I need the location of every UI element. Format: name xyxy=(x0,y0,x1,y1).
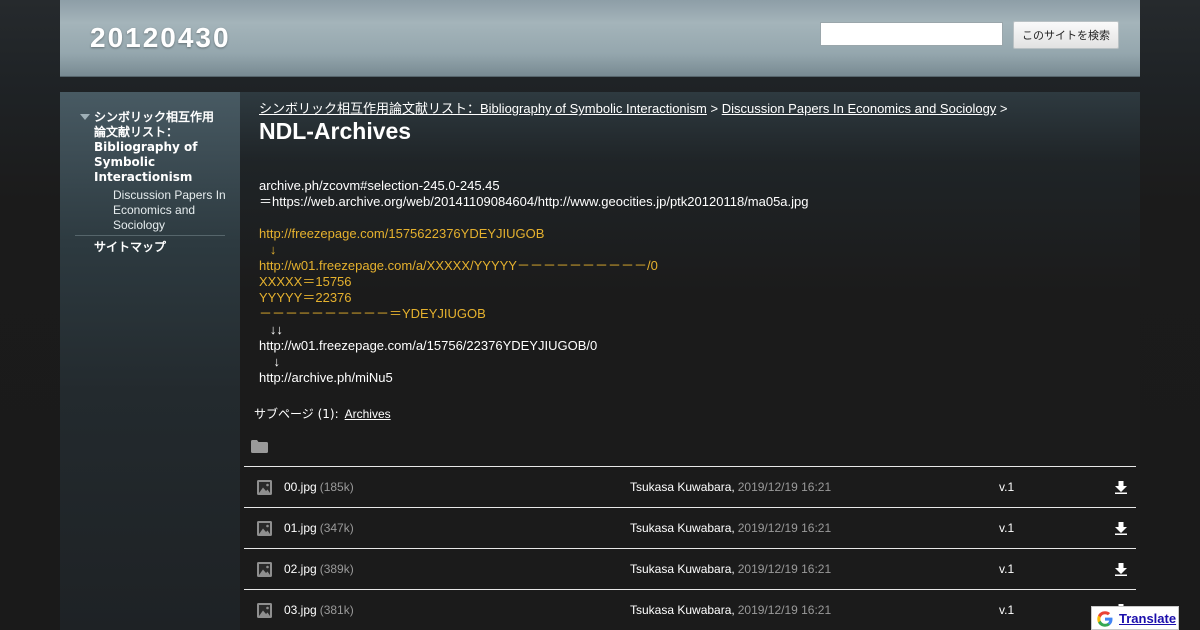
main-content: シンボリック相互作用論文献リスト：Bibliography of Symboli… xyxy=(240,92,1140,630)
body-text-line: archive.ph/zcovm#selection-245.0-245.45 xyxy=(259,178,500,193)
subpages: サブページ (1): Archives xyxy=(254,405,391,422)
site-title[interactable]: 20120430 xyxy=(90,22,231,54)
image-icon xyxy=(257,603,272,618)
file-name-text[interactable]: 02.jpg xyxy=(284,562,317,576)
file-date: 2019/12/19 16:21 xyxy=(737,480,832,494)
body-arrow-line: ↓↓ xyxy=(259,322,283,337)
file-size: (185k) xyxy=(319,480,354,494)
file-author: Tsukasa Kuwabara, 2019/12/19 16:21 xyxy=(630,480,831,494)
download-icon[interactable] xyxy=(1115,522,1127,535)
translate-label[interactable]: Translate xyxy=(1119,611,1176,626)
freezepage-link[interactable]: http://freezepage.com/1575622376YDEYJIUG… xyxy=(259,226,1119,242)
folder-icon xyxy=(251,440,268,453)
expand-triangle-icon[interactable] xyxy=(80,114,90,120)
file-date: 2019/12/19 16:21 xyxy=(737,603,832,617)
file-name-text[interactable]: 01.jpg xyxy=(284,521,317,535)
file-size: (389k) xyxy=(319,562,354,576)
file-size: (347k) xyxy=(319,521,354,535)
sidebar-divider xyxy=(75,235,225,236)
file-author: Tsukasa Kuwabara, 2019/12/19 16:21 xyxy=(630,562,831,576)
file-name[interactable]: 02.jpg (389k) xyxy=(284,562,354,576)
breadcrumb-link-discussion-papers[interactable]: Discussion Papers In Economics and Socio… xyxy=(722,101,997,116)
file-author: Tsukasa Kuwabara, 2019/12/19 16:21 xyxy=(630,603,831,617)
file-name-text[interactable]: 00.jpg xyxy=(284,480,317,494)
file-version[interactable]: v.1 xyxy=(999,480,1014,494)
search-input[interactable] xyxy=(820,22,1003,46)
sidebar: シンボリック相互作用論文献リスト：Bibliography of Symboli… xyxy=(60,92,240,630)
google-g-icon xyxy=(1097,611,1113,627)
file-name[interactable]: 00.jpg (185k) xyxy=(284,480,354,494)
subpage-link-archives[interactable]: Archives xyxy=(345,407,391,421)
image-icon xyxy=(257,521,272,536)
search-button[interactable]: このサイトを検索 xyxy=(1013,21,1119,49)
body-arrow-line: ↓ xyxy=(259,354,280,369)
page-body: archive.ph/zcovm#selection-245.0-245.45 … xyxy=(259,178,1119,386)
translate-widget[interactable]: Translate xyxy=(1091,606,1179,630)
freezepage-template-link[interactable]: http://w01.freezepage.com/a/XXXXX/YYYYY－… xyxy=(259,258,1119,274)
author-name: Tsukasa Kuwabara, xyxy=(630,521,735,535)
table-row: 02.jpg (389k) Tsukasa Kuwabara, 2019/12/19… xyxy=(244,548,1136,589)
body-text-line: http://w01.freezepage.com/a/15756/22376Y… xyxy=(259,338,598,353)
breadcrumb-separator: > xyxy=(996,101,1008,116)
sidebar-item-sitemap[interactable]: サイトマップ xyxy=(94,238,166,255)
file-name-text[interactable]: 03.jpg xyxy=(284,603,317,617)
body-text-line: ＝https://web.archive.org/web/20141109084… xyxy=(259,194,809,209)
table-row: 00.jpg (185k) Tsukasa Kuwabara, 2019/12/19… xyxy=(244,466,1136,507)
body-text-line: －－－－－－－－－－＝YDEYJIUGOB xyxy=(259,306,486,321)
breadcrumb: シンボリック相互作用論文献リスト：Bibliography of Symboli… xyxy=(259,98,1008,117)
attachments-table: 00.jpg (185k) Tsukasa Kuwabara, 2019/12/19… xyxy=(244,466,1136,630)
body-text-line: YYYYY＝22376 xyxy=(259,290,352,305)
page-title: NDL-Archives xyxy=(259,118,412,144)
author-name: Tsukasa Kuwabara, xyxy=(630,480,735,494)
author-name: Tsukasa Kuwabara, xyxy=(630,603,735,617)
table-row: 03.jpg (381k) Tsukasa Kuwabara, 2019/12/19… xyxy=(244,589,1136,630)
image-icon xyxy=(257,562,272,577)
body-arrow-line: ↓ xyxy=(259,242,277,257)
breadcrumb-link-bibliography[interactable]: シンボリック相互作用論文献リスト：Bibliography of Symboli… xyxy=(259,101,707,116)
file-version[interactable]: v.1 xyxy=(999,603,1014,617)
breadcrumb-separator: > xyxy=(706,101,722,116)
file-version[interactable]: v.1 xyxy=(999,521,1014,535)
download-icon[interactable] xyxy=(1115,563,1127,576)
body-text-line xyxy=(259,210,1119,226)
sidebar-item-bibliography[interactable]: シンボリック相互作用論文献リスト：Bibliography of Symboli… xyxy=(94,110,224,185)
file-version[interactable]: v.1 xyxy=(999,562,1014,576)
download-icon[interactable] xyxy=(1115,481,1127,494)
file-author: Tsukasa Kuwabara, 2019/12/19 16:21 xyxy=(630,521,831,535)
file-name[interactable]: 01.jpg (347k) xyxy=(284,521,354,535)
file-name[interactable]: 03.jpg (381k) xyxy=(284,603,354,617)
body-text-line: http://archive.ph/miNu5 xyxy=(259,370,393,385)
file-date: 2019/12/19 16:21 xyxy=(737,521,832,535)
file-size: (381k) xyxy=(319,603,354,617)
body-text-line: XXXXX＝15756 xyxy=(259,274,352,289)
site-header: 20120430 このサイトを検索 xyxy=(60,0,1140,77)
subpages-label: サブページ (1): xyxy=(254,407,339,421)
sidebar-item-discussion-papers[interactable]: Discussion Papers In Economics and Socio… xyxy=(113,188,228,233)
image-icon xyxy=(257,480,272,495)
file-date: 2019/12/19 16:21 xyxy=(737,562,832,576)
author-name: Tsukasa Kuwabara, xyxy=(630,562,735,576)
table-row: 01.jpg (347k) Tsukasa Kuwabara, 2019/12/19… xyxy=(244,507,1136,548)
